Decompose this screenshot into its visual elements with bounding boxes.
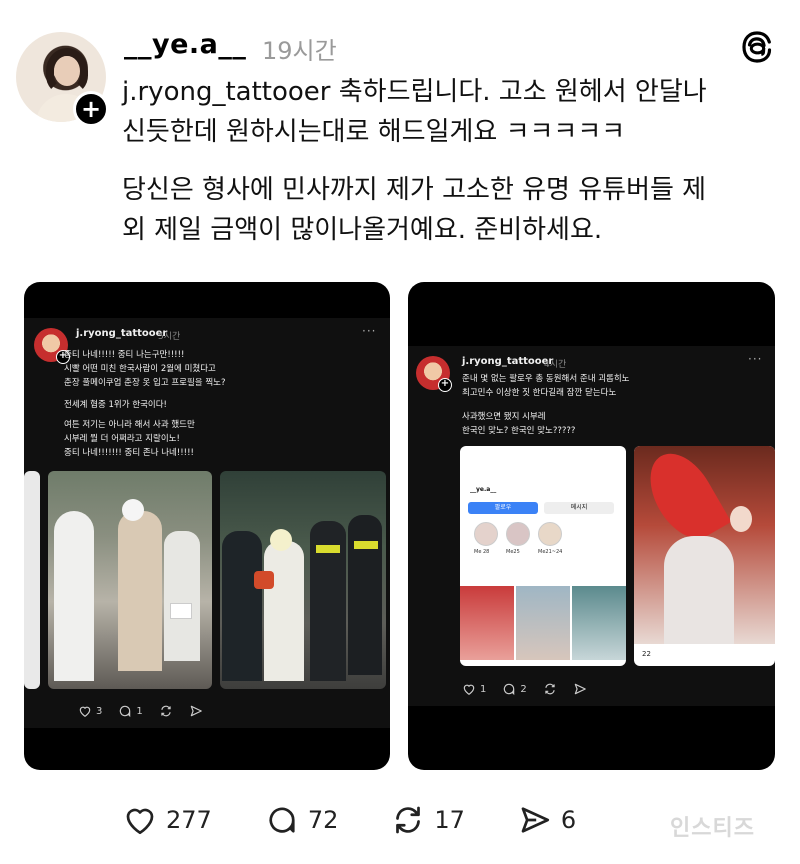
comment-button[interactable]: 72: [264, 802, 339, 838]
avatar-face: [54, 56, 80, 86]
embedded-post-2: + j.ryong_tattooer 4시간 ··· 준내 몇 없는 팔로우 총…: [408, 346, 775, 706]
embedded-text-1b: 전세계 혐중 1위가 한국이다!: [64, 400, 167, 410]
highlight-3: Me21~24: [538, 549, 563, 555]
post-body: j.ryong_tattooer 축하드립니다. 고소 원헤서 안달나 신듯한데…: [122, 72, 782, 250]
profile-screenshot: __ye.a__ 팔로우 메시지 Me 28 Me25 Me21~24: [460, 446, 626, 666]
embedded-text-2a: 준내 몇 없는 팔로우 총 동원해서 준내 괴롭히노 최고민수 이상한 짓 한다…: [462, 374, 630, 398]
photo-edge: [24, 471, 40, 689]
like-button[interactable]: 277: [122, 802, 212, 838]
highlight-1: Me 28: [474, 549, 490, 555]
embedded-actions-1: 3 1: [78, 704, 203, 718]
share-count: 6: [560, 806, 577, 834]
watermark-logo: 인스티즈: [670, 816, 755, 841]
embedded-time-1: 5시간: [158, 332, 181, 342]
post-time: 19시간: [262, 37, 337, 65]
share-icon: [190, 705, 202, 717]
more-icon-1: ···: [362, 324, 377, 338]
heart-icon: [79, 706, 91, 717]
like-count: 277: [166, 806, 212, 834]
repost-button[interactable]: 17: [390, 802, 465, 838]
embedded-post-1: + j.ryong_tattooer 5시간 ··· 중티 나네!!!!! 중티…: [24, 318, 390, 728]
heart-icon: [463, 684, 475, 695]
embedded-actions-2: 1 2: [462, 682, 587, 696]
share-icon: [574, 683, 586, 695]
embedded-screenshot-1[interactable]: + j.ryong_tattooer 5시간 ··· 중티 나네!!!!! 중티…: [24, 282, 390, 770]
more-icon-2: ···: [748, 352, 763, 366]
comment-icon: [504, 683, 515, 696]
embedded-comment-count-2: 2: [520, 683, 527, 695]
embedded-like-count-1: 3: [96, 705, 103, 717]
embedded-text-2b: 사과했으면 됐지 시부레 한국인 맞노? 한국인 맞노?????: [462, 412, 576, 436]
post-text-paragraph-2: 당신은 형사에 민사까지 제가 고소한 유명 유튜버들 제 외 제일 금액이 많…: [122, 175, 707, 245]
follow-plus-button[interactable]: +: [73, 91, 109, 127]
embedded-time-2: 4시간: [544, 360, 567, 370]
fan-photo-comments: 22: [642, 650, 651, 658]
highlight-2: Me25: [506, 549, 520, 555]
post-actions: 277 72 17 6: [122, 798, 628, 842]
comment-icon: [120, 705, 131, 718]
fan-photo: 22: [634, 446, 775, 666]
repost-icon: [396, 806, 421, 834]
post-text-paragraph-1: j.ryong_tattooer 축하드립니다. 고소 원헤서 안달나 신듯한데…: [122, 77, 707, 147]
embedded-comment-count-1: 1: [136, 705, 143, 717]
embedded-like-count-2: 1: [480, 683, 487, 695]
profile-follow-button: 팔로우: [468, 502, 538, 514]
post-username[interactable]: __ye.a__: [124, 29, 246, 60]
repost-icon: [545, 683, 555, 695]
embedded-username-2: j.ryong_tattooer: [462, 356, 554, 367]
embedded-plus-icon-2: +: [438, 378, 452, 392]
comment-icon: [269, 807, 295, 833]
profile-message-button: 메시지: [544, 502, 614, 514]
threads-logo-icon[interactable]: [740, 30, 774, 64]
embedded-text-1c: 여튼 저기는 아니라 해서 사과 했드만 시부레 뭘 더 어쩌라고 지랄이노! …: [64, 420, 195, 458]
repost-icon: [161, 705, 171, 717]
share-icon: [521, 807, 550, 833]
repost-count: 17: [434, 806, 465, 834]
embedded-username-1: j.ryong_tattooer: [76, 328, 168, 339]
comment-count: 72: [307, 806, 339, 834]
share-button[interactable]: 6: [517, 802, 576, 838]
embedded-text-1a: 중티 나네!!!!! 중티 나는구만!!!!! 시빨 어떤 미친 한국사람이 2…: [64, 350, 226, 388]
protest-photo-1: [48, 471, 212, 689]
embedded-screenshot-2[interactable]: + j.ryong_tattooer 4시간 ··· 준내 몇 없는 팔로우 총…: [408, 282, 775, 770]
protest-photo-2: [220, 471, 386, 689]
heart-icon: [126, 808, 154, 835]
profile-name: __ye.a__: [470, 486, 497, 493]
